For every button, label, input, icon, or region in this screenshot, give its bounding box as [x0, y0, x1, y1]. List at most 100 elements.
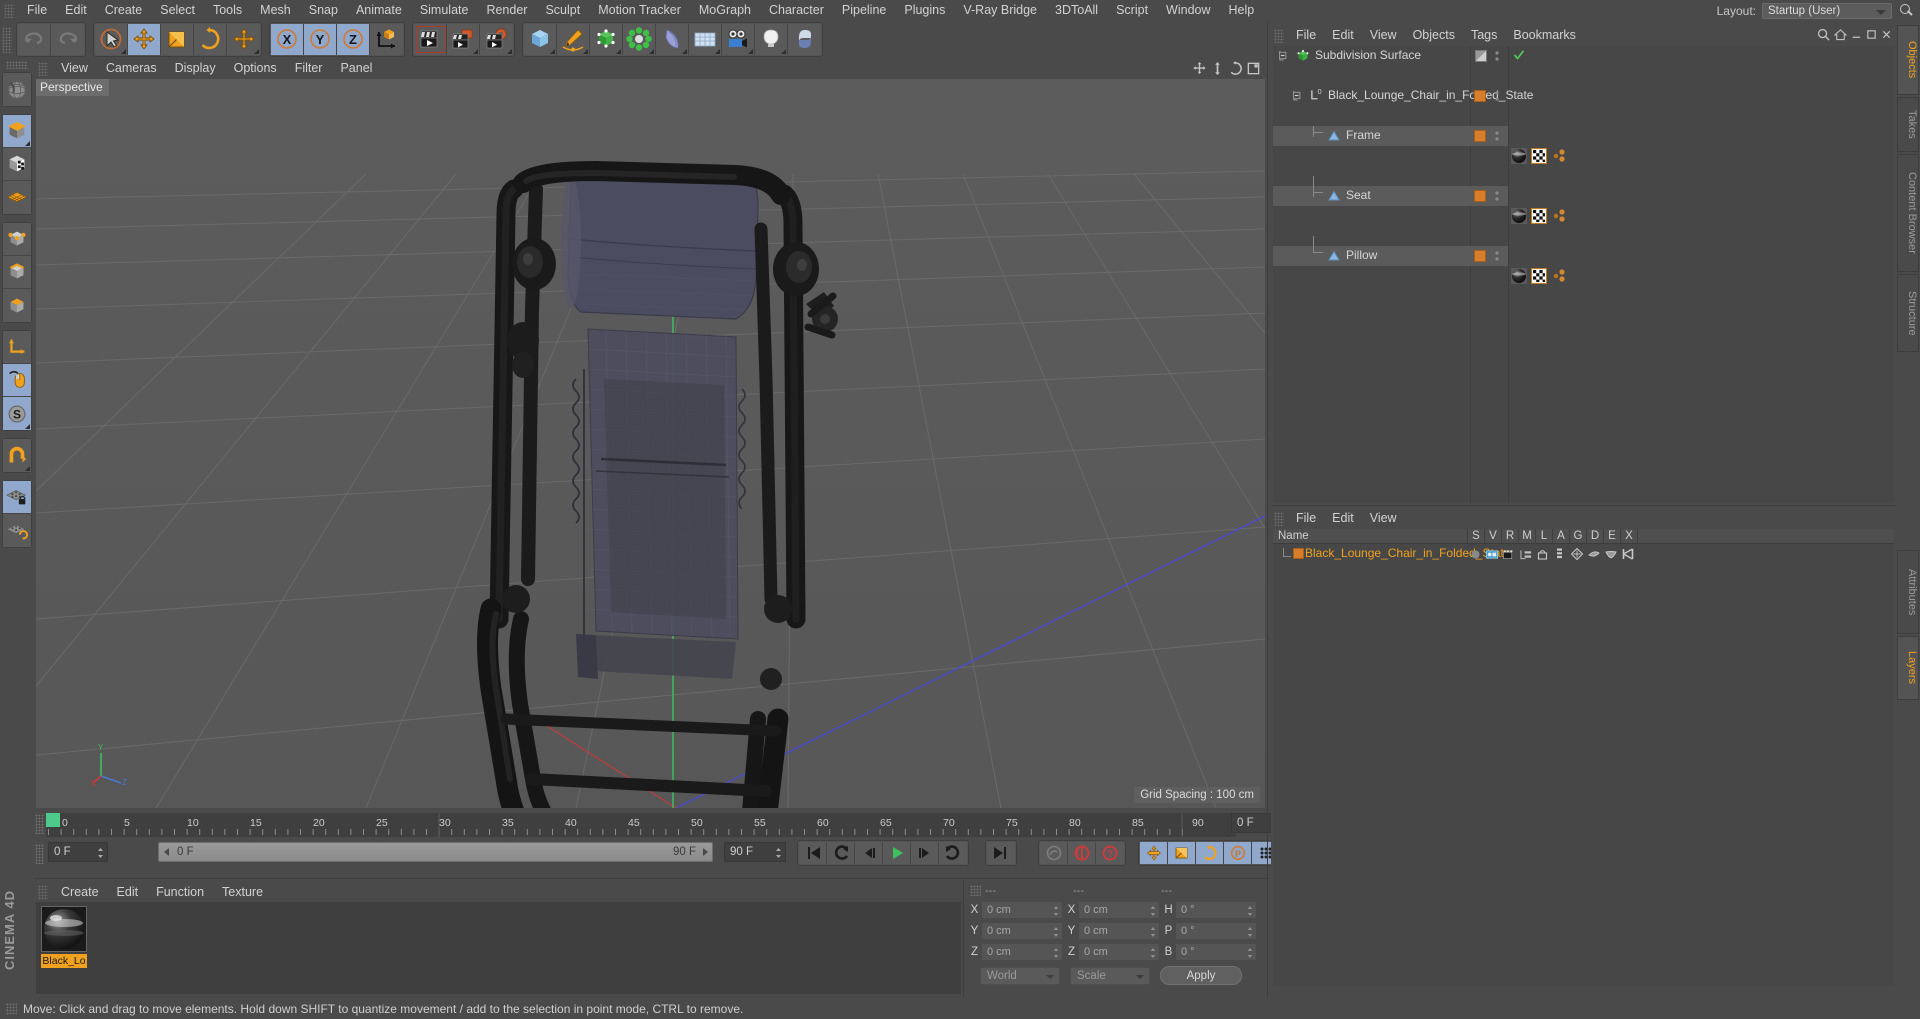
object-row-black-lounge-chair[interactable]: 0 Black_Lounge_Chair_in_Folded_State — [1273, 86, 1894, 106]
play-button[interactable] — [883, 842, 911, 864]
material-menu-function[interactable]: Function — [147, 882, 213, 902]
position-z-input[interactable]: 0 cm — [981, 943, 1063, 961]
menu-character[interactable]: Character — [760, 0, 833, 21]
vtab-attributes[interactable]: Attributes — [1897, 550, 1919, 634]
spinner-icon[interactable] — [775, 847, 782, 859]
record-active-objects-button[interactable] — [1068, 842, 1096, 864]
om-menu-edit[interactable]: Edit — [1324, 25, 1362, 46]
spinner-icon[interactable] — [1247, 905, 1253, 917]
menubar-grip[interactable] — [4, 3, 14, 18]
panel-divider-vertical[interactable] — [1267, 21, 1268, 998]
layout-dropdown[interactable]: Startup (User) — [1762, 2, 1892, 19]
position-key-button[interactable] — [1140, 842, 1168, 864]
object-tag-orange[interactable] — [1474, 130, 1486, 142]
maximize-icon[interactable] — [1866, 29, 1877, 43]
column-g[interactable]: G — [1569, 529, 1586, 544]
uv-tag-icon[interactable] — [1530, 147, 1548, 167]
position-x-input[interactable]: 0 cm — [981, 901, 1063, 919]
material-menu-texture[interactable]: Texture — [213, 882, 272, 902]
coord-divider[interactable] — [963, 880, 964, 998]
deformer-icon[interactable] — [623, 24, 656, 55]
step-back-frame-button[interactable] — [855, 842, 883, 864]
visibility-dots-icon[interactable] — [1495, 130, 1499, 145]
vtab-objects[interactable]: Objects — [1897, 25, 1919, 95]
timeline-ruler[interactable]: 0 5 10 15 20 25 30 35 40 45 50 55 60 65 70 75 80 85 … — [46, 813, 1236, 837]
enable-axis-icon[interactable] — [3, 331, 31, 364]
current-frame-input[interactable]: 0 F — [48, 842, 108, 862]
left-toolbar-grip[interactable] — [6, 61, 28, 69]
viewport-menu-options[interactable]: Options — [225, 58, 286, 79]
menu-animate[interactable]: Animate — [347, 0, 411, 21]
enabled-check-icon[interactable] — [1513, 49, 1525, 64]
visibility-dots-icon[interactable] — [1495, 190, 1499, 205]
magnet-icon[interactable] — [3, 439, 31, 472]
planar-workplane-icon[interactable] — [3, 514, 31, 547]
size-z-input[interactable]: 0 cm — [1078, 943, 1160, 961]
coordinates-grip[interactable] — [970, 885, 981, 896]
expander-icon[interactable] — [1293, 90, 1304, 104]
column-l[interactable]: L — [1535, 529, 1552, 544]
vtab-structure[interactable]: Structure — [1897, 274, 1919, 352]
column-v[interactable]: V — [1484, 529, 1501, 544]
material-tag-icon[interactable] — [1511, 148, 1527, 167]
spinner-icon[interactable] — [1150, 947, 1156, 959]
object-tag-orange[interactable] — [1474, 90, 1486, 102]
object-tree[interactable]: Subdivision Surface 0 Black_Lounge_Chair… — [1273, 46, 1894, 503]
spinner-icon[interactable] — [1053, 905, 1059, 917]
step-back-keyframe-button[interactable] — [827, 842, 855, 864]
menu-script[interactable]: Script — [1107, 0, 1157, 21]
status-grip[interactable] — [6, 1002, 17, 1015]
position-y-input[interactable]: 0 cm — [981, 922, 1063, 940]
orbit-icon[interactable] — [1228, 61, 1243, 76]
menu-plugins[interactable]: Plugins — [895, 0, 954, 21]
layers-menu-edit[interactable]: Edit — [1324, 508, 1362, 529]
render-settings-icon[interactable] — [480, 24, 513, 55]
go-to-end-button[interactable] — [987, 842, 1015, 864]
apply-button[interactable]: Apply — [1160, 966, 1242, 985]
menu-create[interactable]: Create — [96, 0, 152, 21]
viewport-menu-cameras[interactable]: Cameras — [97, 58, 166, 79]
powerslider-range[interactable]: 0 F 90 F — [158, 842, 713, 862]
globe-undo-icon[interactable] — [3, 73, 31, 106]
scene-object-icon[interactable] — [656, 24, 689, 55]
visibility-dots-icon[interactable] — [1495, 50, 1499, 65]
rotation-p-input[interactable]: 0 ° — [1175, 922, 1257, 940]
material-tag-icon[interactable] — [1511, 268, 1527, 287]
expander-icon[interactable] — [1279, 50, 1290, 64]
phong-tag-icon[interactable] — [1551, 148, 1567, 167]
autokeying-button[interactable] — [1040, 842, 1068, 864]
layers-menu-view[interactable]: View — [1362, 508, 1405, 529]
light-icon[interactable] — [755, 24, 788, 55]
object-row-seat[interactable]: Seat — [1273, 176, 1508, 206]
keyframe-selection-button[interactable]: ? — [1096, 842, 1124, 864]
viewport-grip[interactable] — [38, 61, 48, 76]
lock-workplane-icon[interactable] — [3, 481, 31, 514]
python-icon[interactable] — [788, 24, 821, 55]
uv-tag-icon[interactable] — [1530, 267, 1548, 287]
size-mode-dropdown[interactable]: Scale — [1070, 966, 1150, 985]
points-mode-icon[interactable] — [3, 223, 31, 256]
rotate-icon[interactable] — [194, 24, 227, 55]
menu-render[interactable]: Render — [477, 0, 536, 21]
layer-row[interactable]: Black_Lounge_Chair_in_Folded_State — [1273, 545, 1894, 562]
om-menu-tags[interactable]: Tags — [1463, 25, 1505, 46]
texture-mode-icon[interactable] — [3, 148, 31, 181]
enable-snap-s-icon[interactable]: S — [3, 397, 31, 430]
lock-icon[interactable] — [1537, 548, 1548, 563]
generator-icon[interactable] — [1570, 547, 1584, 563]
render-icon[interactable] — [1503, 549, 1515, 563]
om-menu-view[interactable]: View — [1362, 25, 1405, 46]
step-forward-frame-button[interactable] — [911, 842, 939, 864]
axis-z-icon[interactable]: Z — [337, 24, 370, 55]
viewport-solo-icon[interactable] — [3, 364, 31, 397]
column-m[interactable]: M — [1518, 529, 1535, 544]
spinner-icon[interactable] — [1150, 905, 1156, 917]
powerslider-grip[interactable] — [35, 844, 44, 864]
menu-edit[interactable]: Edit — [56, 0, 96, 21]
menu-pipeline[interactable]: Pipeline — [833, 0, 895, 21]
range-right-arrow-icon[interactable] — [703, 848, 708, 856]
layers-menu-file[interactable]: File — [1288, 508, 1324, 529]
rotation-b-input[interactable]: 0 ° — [1175, 943, 1257, 961]
menu-select[interactable]: Select — [151, 0, 204, 21]
object-row-frame[interactable]: Frame — [1273, 126, 1508, 146]
